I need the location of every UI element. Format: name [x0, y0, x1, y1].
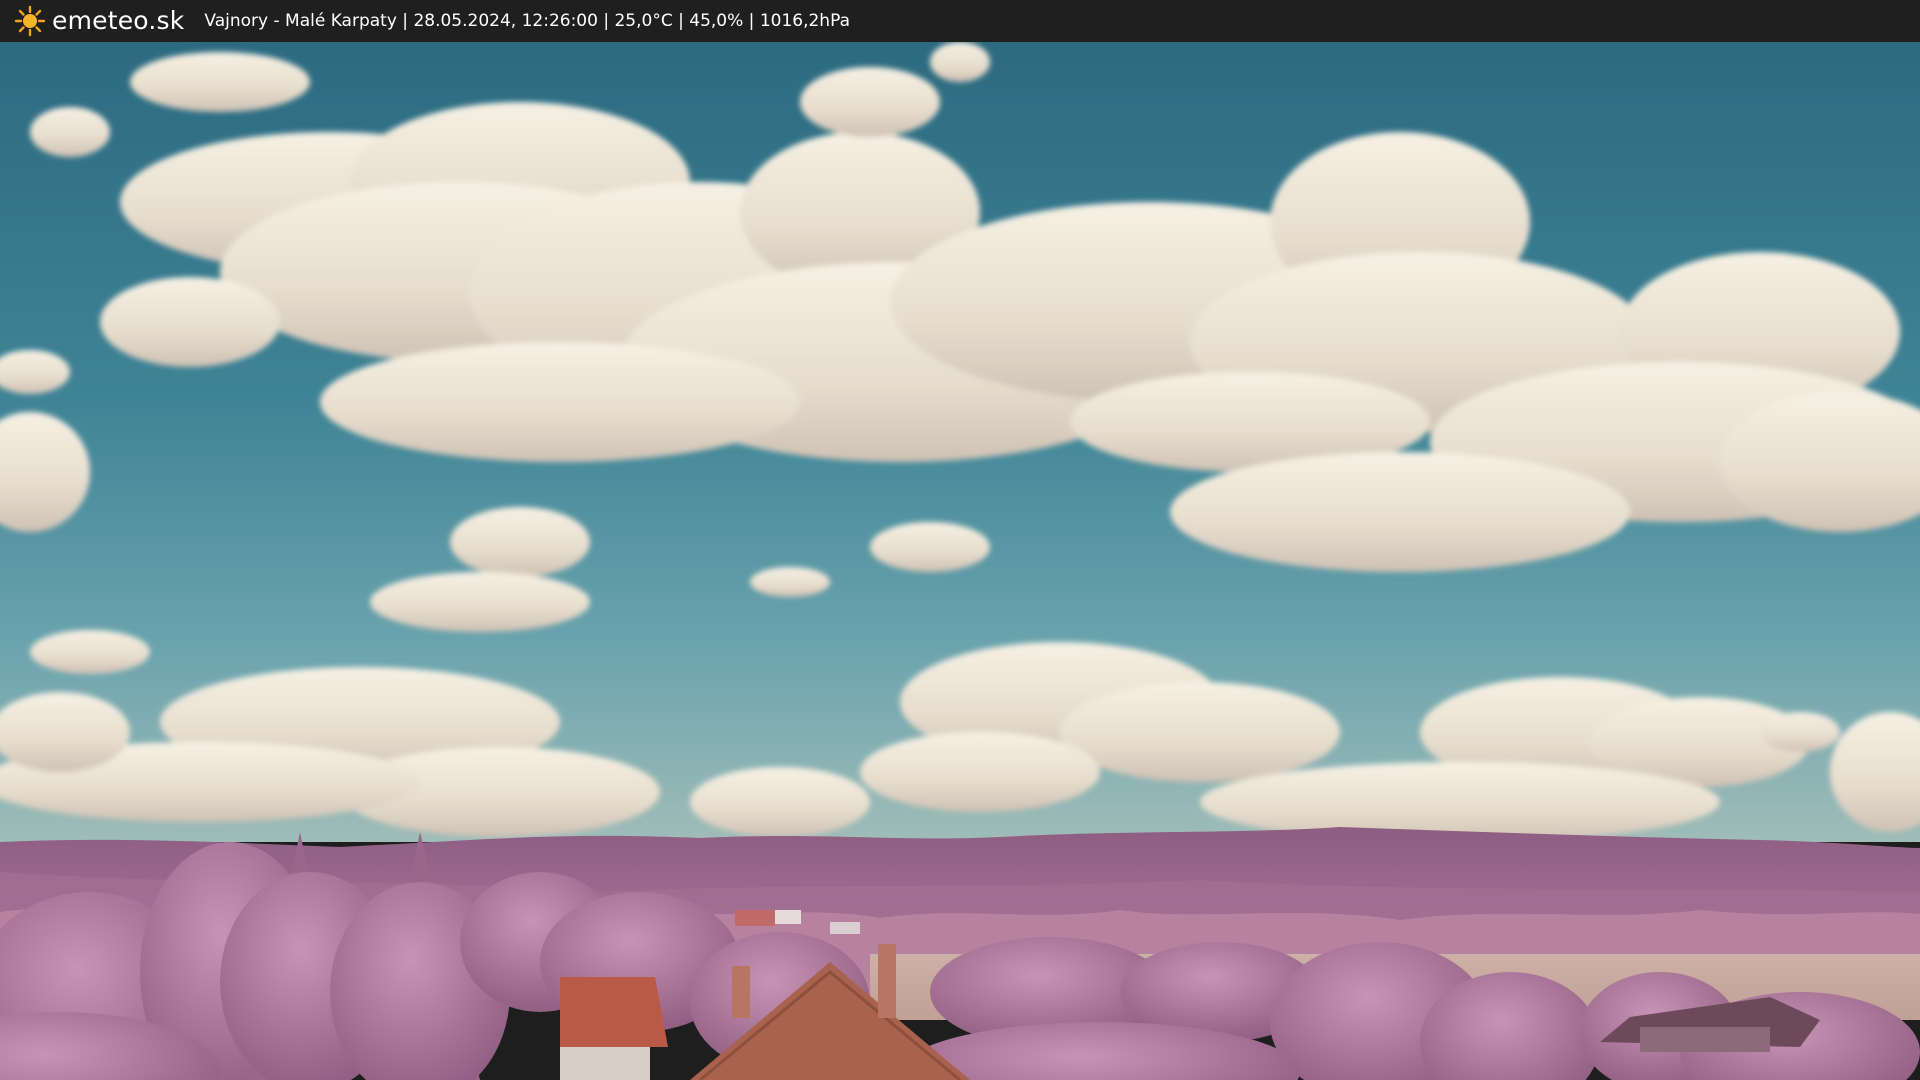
separator: | [597, 11, 615, 31]
separator: | [743, 11, 760, 31]
webcam-scene [0, 42, 1920, 1080]
location-label: Vajnory - Malé Karpaty [204, 11, 397, 31]
logo[interactable]: emeteo.sk [14, 0, 204, 42]
top-info-bar: emeteo.sk Vajnory - Malé Karpaty | 28.05… [0, 0, 1920, 42]
pressure-value: 1016,2hPa [759, 11, 850, 31]
sun-icon [14, 5, 46, 37]
brand-name: emeteo.sk [52, 6, 185, 35]
temperature-value: 25,0°C [614, 11, 673, 31]
weather-info-line: Vajnory - Malé Karpaty | 28.05.2024, 12:… [204, 0, 850, 42]
separator: | [396, 11, 414, 31]
timestamp: 28.05.2024, 12:26:00 [413, 11, 598, 31]
humidity-value: 45,0% [689, 11, 744, 31]
webcam-image [0, 42, 1920, 1080]
separator: | [672, 11, 690, 31]
